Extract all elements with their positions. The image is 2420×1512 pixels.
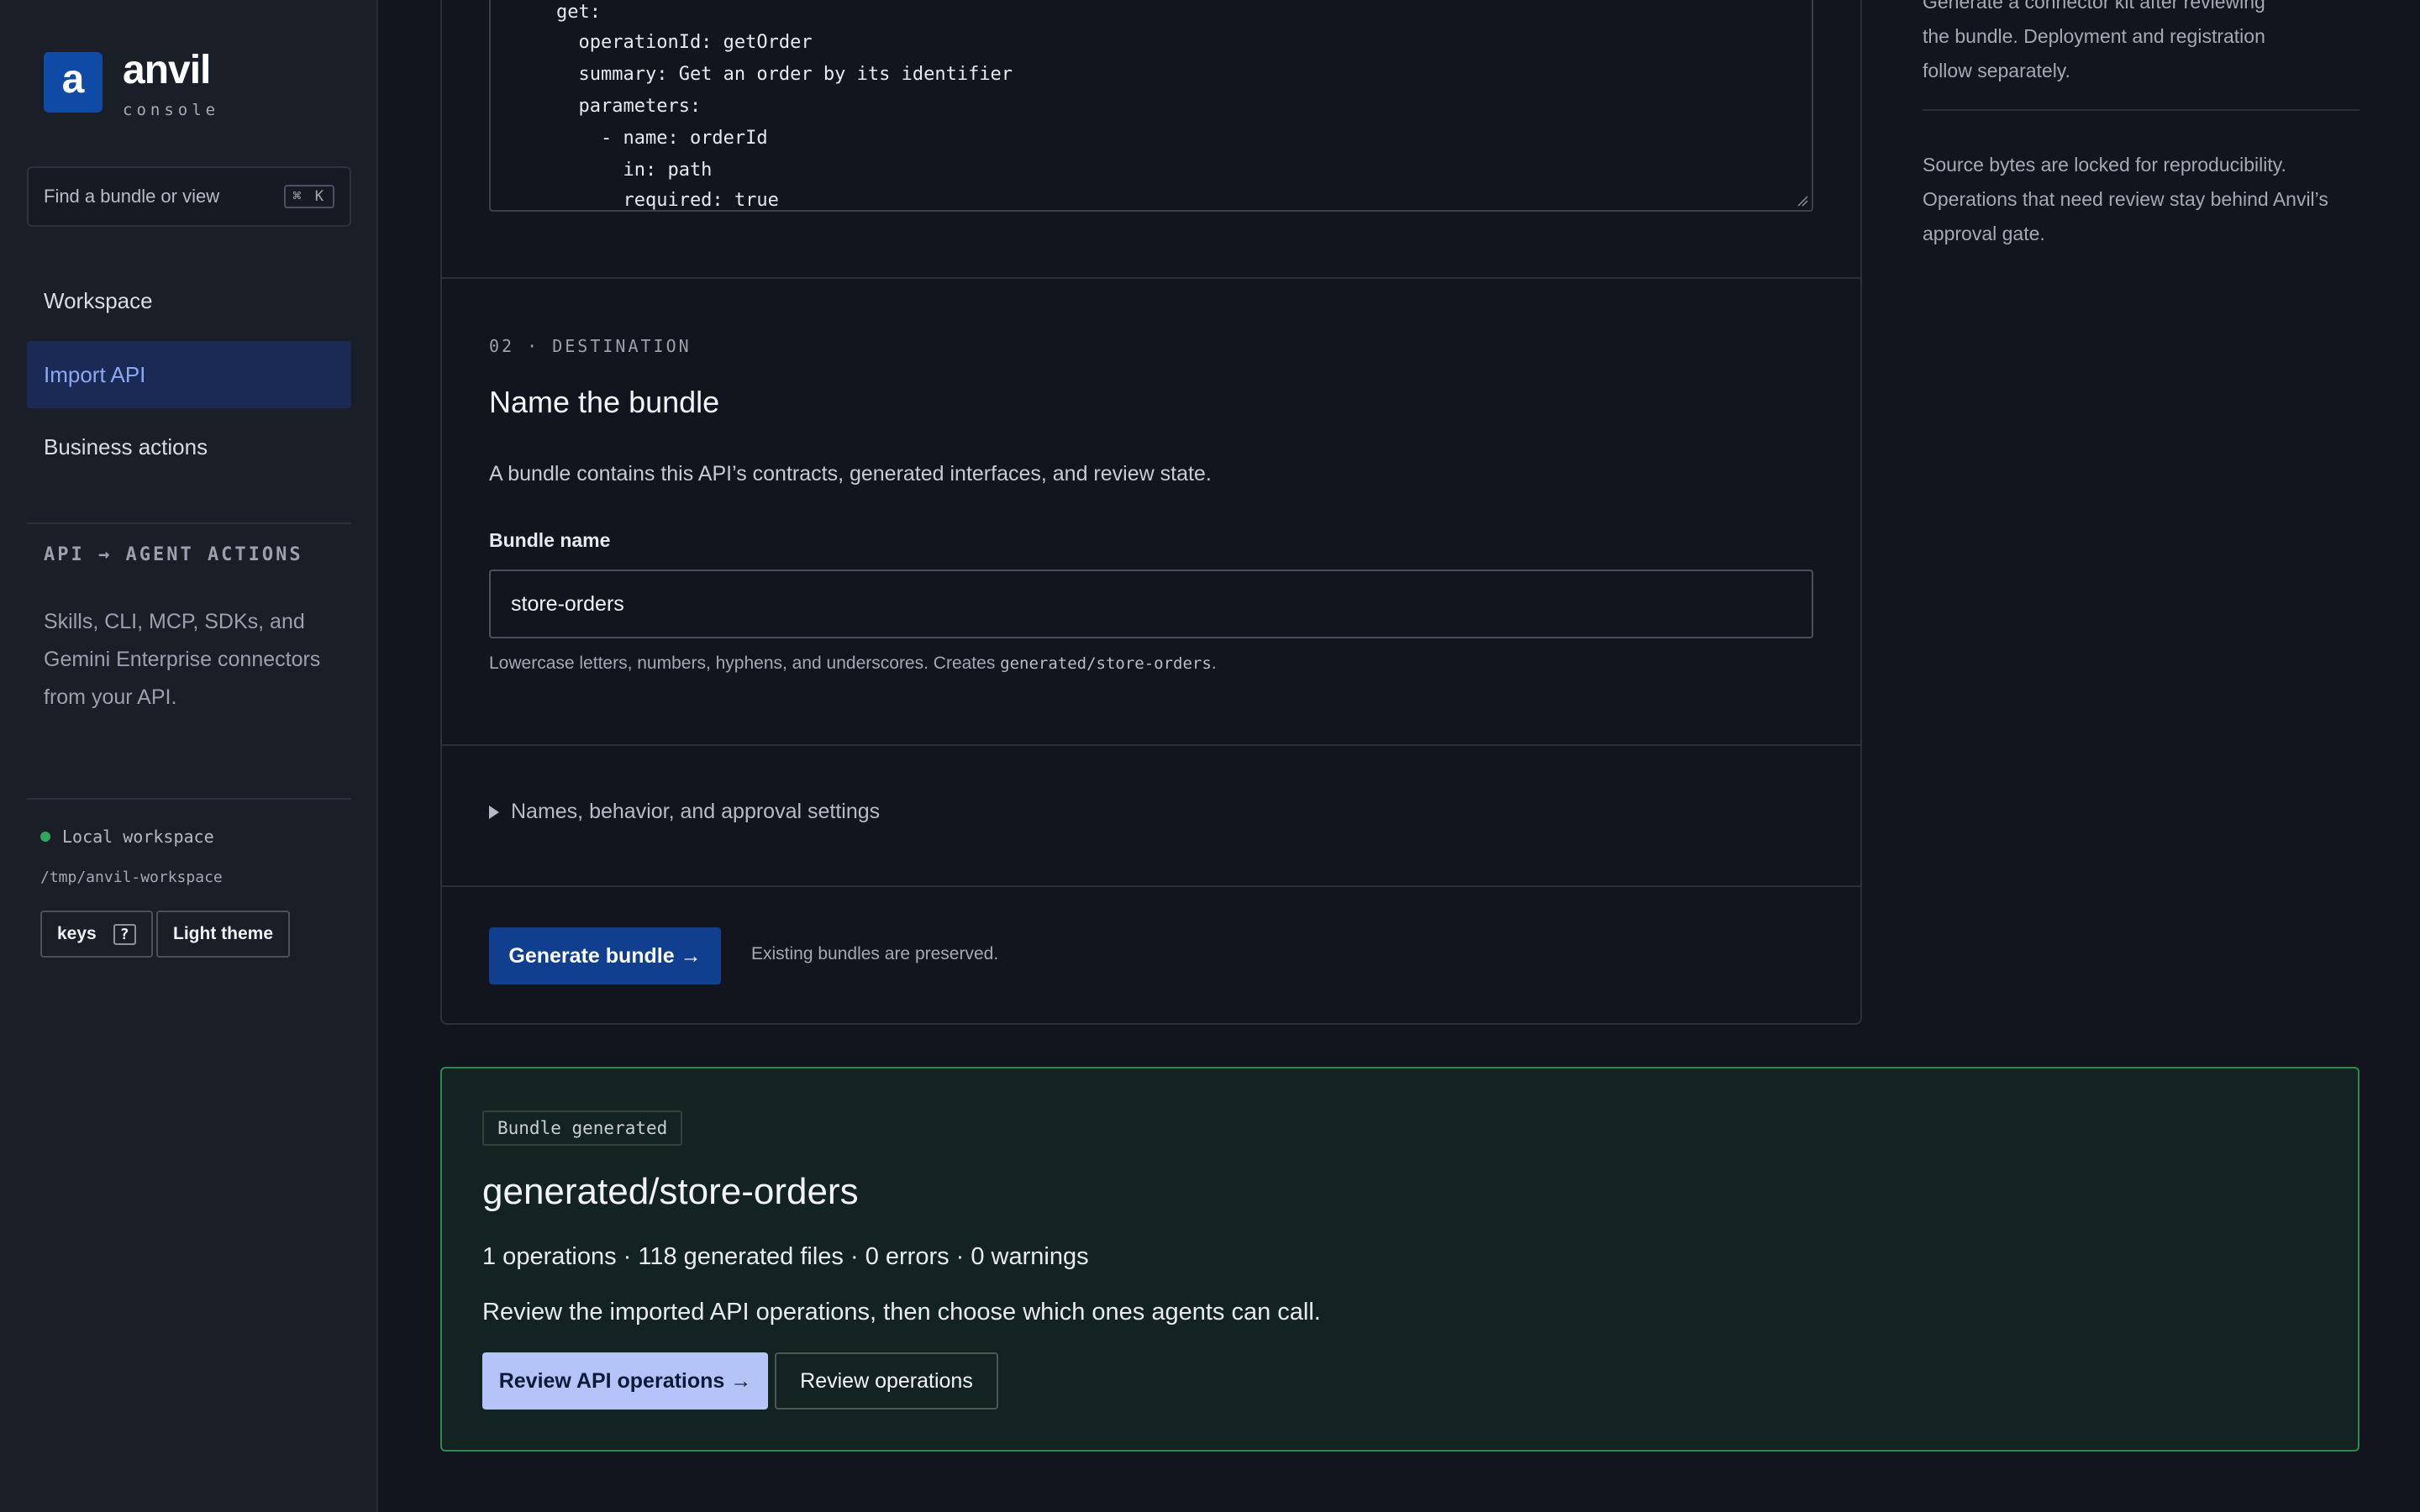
- spec-editor[interactable]: get: operationId: getOrder summary: Get …: [489, 0, 1813, 212]
- review-api-operations-button[interactable]: Review API operations →: [482, 1352, 768, 1410]
- logo-icon: a: [44, 52, 103, 113]
- section-divider: [442, 885, 1860, 887]
- resize-handle-icon[interactable]: [1797, 195, 1808, 207]
- hint-text: Lowercase letters, numbers, hyphens, and…: [489, 654, 1001, 673]
- brand[interactable]: a anvil console: [44, 48, 220, 120]
- code-line: get:: [556, 2, 601, 23]
- workspace-status: Local workspace: [40, 827, 214, 847]
- workspace-path: /tmp/anvil-workspace: [40, 869, 223, 886]
- hint-path: generated/store-orders: [1000, 654, 1212, 673]
- result-title: generated/store-orders: [482, 1171, 859, 1212]
- right-info-text-2: Source bytes are locked for reproducibil…: [1923, 154, 2328, 244]
- right-info-line: the bundle. Deployment and registration: [1923, 25, 2265, 47]
- sidebar-item-label: Import API: [44, 361, 146, 387]
- brand-text: anvil console: [123, 48, 220, 120]
- right-info-line: follow separately.: [1923, 60, 2070, 81]
- sidebar-item-workspace[interactable]: Workspace: [27, 267, 351, 334]
- sidebar: a anvil console Find a bundle or view ⌘ …: [0, 0, 378, 1512]
- search-shortcut: ⌘ K: [284, 185, 334, 208]
- workspace-status-label: Local workspace: [62, 827, 214, 847]
- sidebar-item-label: Business actions: [44, 433, 208, 459]
- code-line: required: true: [556, 190, 779, 211]
- right-divider: [1923, 109, 2360, 111]
- sidebar-item-business-actions[interactable]: Business actions: [27, 413, 351, 480]
- section-divider: [442, 744, 1860, 746]
- section-divider: [442, 277, 1860, 279]
- theme-toggle-button[interactable]: Light theme: [156, 911, 290, 958]
- status-dot-icon: [40, 832, 50, 842]
- right-info-line: Generate a connector kit after reviewing: [1923, 0, 2265, 13]
- step-label: 02 · DESTINATION: [489, 336, 692, 356]
- right-info-text-1: Generate a connector kit after reviewing…: [1923, 0, 2360, 88]
- sidebar-divider: [27, 522, 351, 524]
- sidebar-item-import-api[interactable]: Import API: [27, 341, 351, 408]
- section-title: Name the bundle: [489, 385, 720, 419]
- review-operations-button[interactable]: Review operations: [775, 1352, 998, 1410]
- bundle-name-hint: Lowercase letters, numbers, hyphens, and…: [489, 654, 1217, 674]
- search-input[interactable]: Find a bundle or view ⌘ K: [27, 166, 351, 227]
- code-line: in: path: [556, 160, 713, 181]
- bundle-name-input[interactable]: store-orders: [489, 570, 1813, 638]
- code-line: - name: orderId: [556, 128, 768, 149]
- status-badge: Bundle generated: [482, 1110, 683, 1146]
- bundle-name-value: store-orders: [511, 591, 624, 616]
- brand-subtitle: console: [123, 101, 220, 119]
- keys-button-label: keys: [57, 924, 97, 943]
- keys-shortcut: ?: [113, 923, 136, 945]
- result-stats: 1 operations · 118 generated files · 0 e…: [482, 1243, 1089, 1270]
- sidebar-divider: [27, 798, 351, 800]
- keys-button[interactable]: keys ?: [40, 911, 153, 958]
- hint-suffix: .: [1211, 654, 1217, 673]
- advanced-settings-label: Names, behavior, and approval settings: [511, 800, 881, 823]
- result-description: Review the imported API operations, then…: [482, 1299, 1321, 1326]
- theme-toggle-label: Light theme: [173, 924, 273, 943]
- caret-right-icon: [489, 805, 499, 819]
- brand-name: anvil: [123, 48, 211, 92]
- sidebar-item-label: Workspace: [44, 287, 153, 313]
- generate-bundle-label: Generate bundle →: [508, 943, 702, 968]
- generate-bundle-button[interactable]: Generate bundle →: [489, 927, 721, 984]
- code-line: summary: Get an order by its identifier: [556, 64, 1013, 85]
- code-line: parameters:: [556, 96, 702, 117]
- review-api-operations-label: Review API operations →: [498, 1368, 752, 1393]
- search-placeholder: Find a bundle or view: [44, 186, 220, 207]
- review-operations-label: Review operations: [800, 1368, 973, 1393]
- bundle-name-label: Bundle name: [489, 529, 611, 551]
- sidebar-section-label: API → AGENT ACTIONS: [44, 544, 303, 565]
- code-line: operationId: getOrder: [556, 32, 813, 53]
- section-description: A bundle contains this API’s contracts, …: [489, 462, 1212, 486]
- sidebar-section-text: Skills, CLI, MCP, SDKs, and Gemini Enter…: [44, 610, 321, 709]
- generate-note: Existing bundles are preserved.: [751, 944, 999, 963]
- advanced-settings-toggle[interactable]: Names, behavior, and approval settings: [489, 800, 880, 824]
